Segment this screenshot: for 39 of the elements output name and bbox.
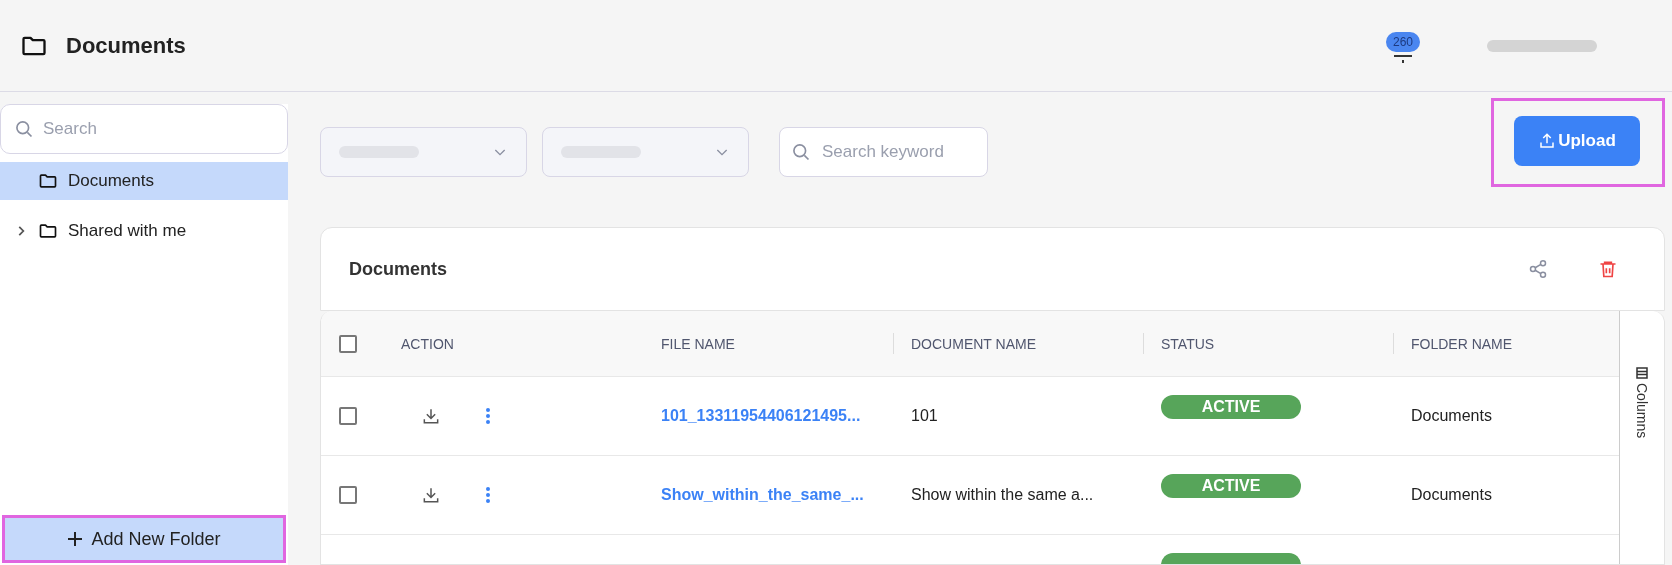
- download-icon[interactable]: [421, 485, 441, 505]
- folder-tree-item[interactable]: Documents: [0, 162, 288, 200]
- document-name-cell: Show within the same a...: [911, 486, 1094, 504]
- share-icon[interactable]: [1528, 259, 1548, 279]
- column-header[interactable]: STATUS: [1143, 311, 1393, 377]
- status-badge: ACTIVE: [1161, 395, 1301, 419]
- search-field[interactable]: Search: [0, 104, 288, 154]
- folder-name-cell: Documents: [1411, 486, 1492, 504]
- keyword-search-field[interactable]: Search keyword: [779, 126, 988, 177]
- search-icon: [14, 119, 34, 139]
- add-folder-button[interactable]: Add New Folder: [2, 515, 286, 563]
- file-name-link[interactable]: Show_within_the_same_...: [661, 486, 864, 504]
- column-header[interactable]: DOCUMENT NAME: [893, 311, 1143, 377]
- notification-badge: 260: [1386, 31, 1420, 52]
- search-icon: [791, 141, 811, 162]
- upload-icon: [1538, 132, 1557, 150]
- page-title: Documents: [66, 32, 187, 59]
- columns-icon: [1636, 367, 1648, 379]
- column-header[interactable]: FILE NAME: [643, 311, 893, 377]
- document-name-cell: 101: [911, 407, 938, 425]
- status-badge: ACTIVE: [1161, 474, 1301, 498]
- file-name-link[interactable]: 101_13311954406121495...: [661, 407, 861, 425]
- more-options-icon[interactable]: [485, 486, 491, 504]
- row-checkbox[interactable]: [339, 486, 357, 504]
- columns-panel-toggle[interactable]: Columns: [1619, 311, 1664, 564]
- download-icon[interactable]: [421, 406, 441, 426]
- plus-icon: [67, 531, 84, 547]
- folder-name-cell: Documents: [1411, 407, 1492, 425]
- upload-button[interactable]: Upload: [1514, 116, 1640, 166]
- column-header[interactable]: ACTION: [383, 311, 643, 377]
- select-all-checkbox[interactable]: [339, 334, 357, 353]
- folder-icon: [38, 221, 58, 241]
- row-checkbox[interactable]: [339, 407, 357, 425]
- folder-tree-item[interactable]: Shared with me: [0, 212, 288, 250]
- folder-icon: [38, 171, 58, 191]
- column-header[interactable]: FOLDER NAME: [1393, 311, 1619, 377]
- more-options-icon[interactable]: [485, 407, 491, 425]
- table-title: Documents: [349, 258, 448, 280]
- trash-icon[interactable]: [1598, 259, 1618, 279]
